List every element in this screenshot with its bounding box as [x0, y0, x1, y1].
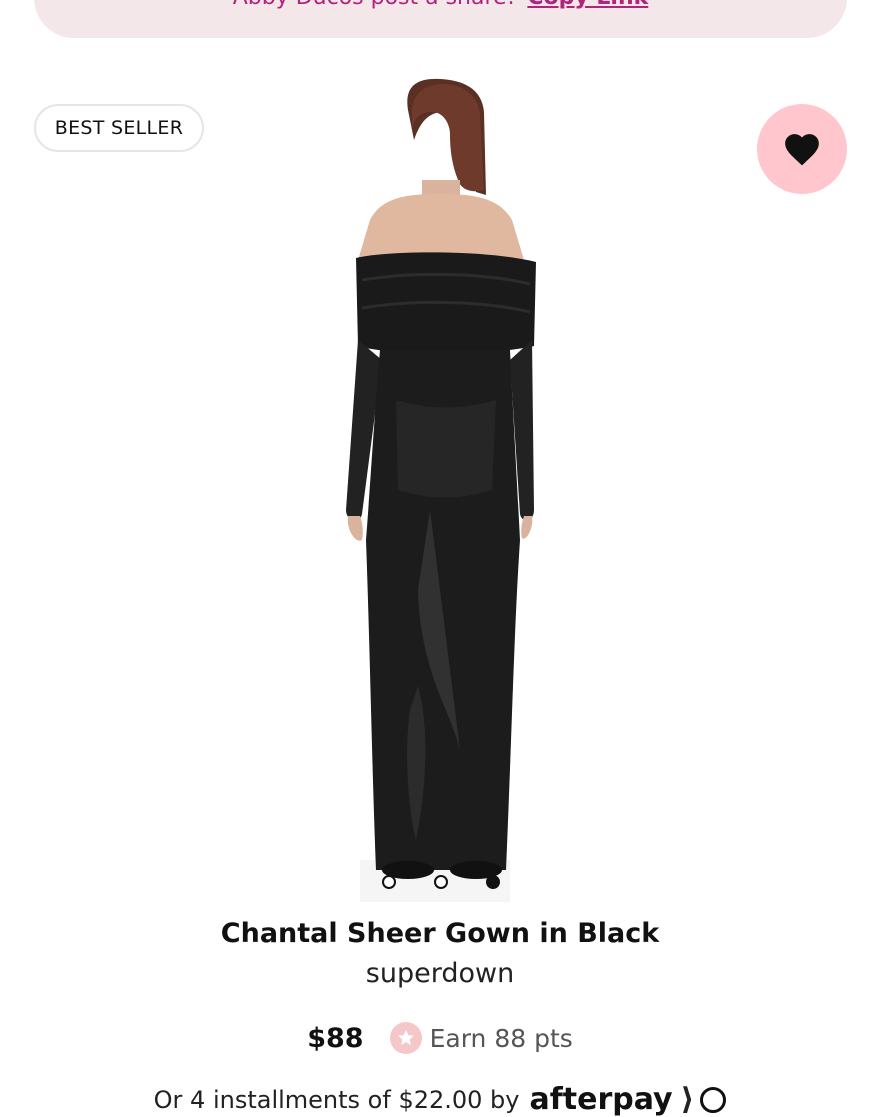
share-banner: Abby Ducos post a share! Copy Link [34, 0, 847, 38]
points-info: Earn 88 pts [389, 1022, 573, 1054]
copy-link[interactable]: Copy Link [527, 0, 648, 10]
points-label: Earn 88 pts [429, 1023, 573, 1053]
price-row: $88 Earn 88 pts [0, 1022, 880, 1054]
star-icon [389, 1022, 422, 1054]
product-name: Chantal Sheer Gown in Black [220, 918, 660, 949]
best-seller-badge: BEST SELLER [34, 104, 204, 152]
heart-icon [785, 134, 819, 166]
brand-link[interactable]: superdown [0, 958, 880, 989]
carousel-dot-2[interactable] [434, 875, 448, 889]
carousel-dots [382, 873, 500, 891]
carousel-dot-3-active[interactable] [486, 875, 500, 889]
afterpay-arrow-icon: ⟩ [680, 1082, 695, 1117]
favorite-button[interactable] [757, 104, 847, 194]
product-image[interactable] [300, 70, 580, 902]
installments-text: Or 4 installments of $22.00 by [153, 1085, 520, 1114]
share-banner-text: Abby Ducos post a share! [233, 0, 516, 10]
installments-row: Or 4 installments of $22.00 by afterpay … [0, 1082, 880, 1117]
afterpay-logo: afterpay [529, 1082, 673, 1117]
carousel-dot-1[interactable] [382, 875, 396, 889]
price: $88 [307, 1022, 364, 1054]
info-icon[interactable] [700, 1086, 727, 1113]
